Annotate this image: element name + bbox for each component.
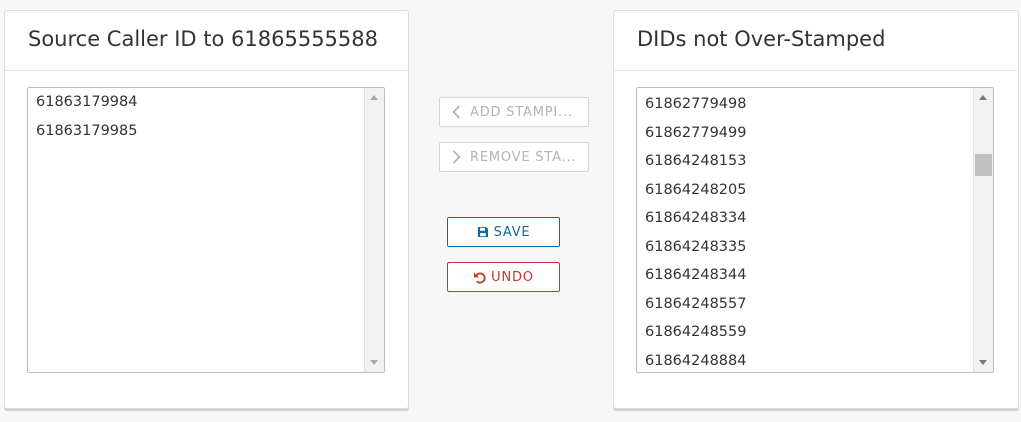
chevron-right-icon <box>452 150 461 164</box>
source-caller-id-panel-title: Source Caller ID to 61865555588 <box>5 11 408 71</box>
list-item[interactable]: 61864248335 <box>637 233 972 262</box>
list-item[interactable]: 61864248557 <box>637 290 972 319</box>
remove-stamping-button[interactable]: REMOVE STA... <box>439 142 589 172</box>
unstamped-dids-list: 61862779498 61862779499 61864248153 6186… <box>637 90 972 372</box>
add-stamping-label: ADD STAMPI... <box>470 104 573 120</box>
scrollbar-thumb[interactable] <box>975 154 992 176</box>
source-caller-id-panel: Source Caller ID to 61865555588 61863179… <box>4 10 409 409</box>
list-item[interactable]: 61864248559 <box>637 318 972 347</box>
list-item[interactable]: 61862779499 <box>637 119 972 148</box>
scroll-up-arrow-icon[interactable] <box>370 95 378 100</box>
scroll-down-arrow-icon[interactable] <box>370 360 378 365</box>
scroll-up-arrow-icon[interactable] <box>979 95 987 100</box>
floppy-disk-icon <box>477 227 488 237</box>
remove-stamping-label: REMOVE STA... <box>470 149 577 165</box>
undo-arrow-icon <box>474 272 486 283</box>
list-item[interactable]: 61864248344 <box>637 261 972 290</box>
unstamped-dids-scrollbar[interactable] <box>973 88 993 372</box>
dids-not-over-stamped-panel-title: DIDs not Over-Stamped <box>614 11 1018 71</box>
list-item[interactable]: 61862779498 <box>637 90 972 119</box>
save-button[interactable]: SAVE <box>447 217 560 247</box>
scroll-down-arrow-icon[interactable] <box>979 360 987 365</box>
add-stamping-button[interactable]: ADD STAMPI... <box>439 97 589 127</box>
unstamped-dids-listbox[interactable]: 61862779498 61862779499 61864248153 6186… <box>636 87 994 373</box>
stamped-dids-listbox[interactable]: 61863179984 61863179985 <box>27 87 385 373</box>
stamped-dids-scrollbar[interactable] <box>364 88 384 372</box>
list-item[interactable]: 61863179984 <box>28 88 363 117</box>
list-item[interactable]: 61864248153 <box>637 147 972 176</box>
undo-label: UNDO <box>491 269 534 285</box>
list-item[interactable]: 61864248884 <box>637 347 972 373</box>
list-item[interactable]: 61864248205 <box>637 176 972 205</box>
undo-button[interactable]: UNDO <box>447 262 560 292</box>
stamped-dids-list: 61863179984 61863179985 <box>28 88 363 372</box>
list-item[interactable]: 61863179985 <box>28 117 363 146</box>
save-label: SAVE <box>493 224 531 240</box>
chevron-left-icon <box>452 105 461 119</box>
list-item[interactable]: 61864248334 <box>637 204 972 233</box>
dids-not-over-stamped-panel: DIDs not Over-Stamped 61862779498 618627… <box>613 10 1019 409</box>
